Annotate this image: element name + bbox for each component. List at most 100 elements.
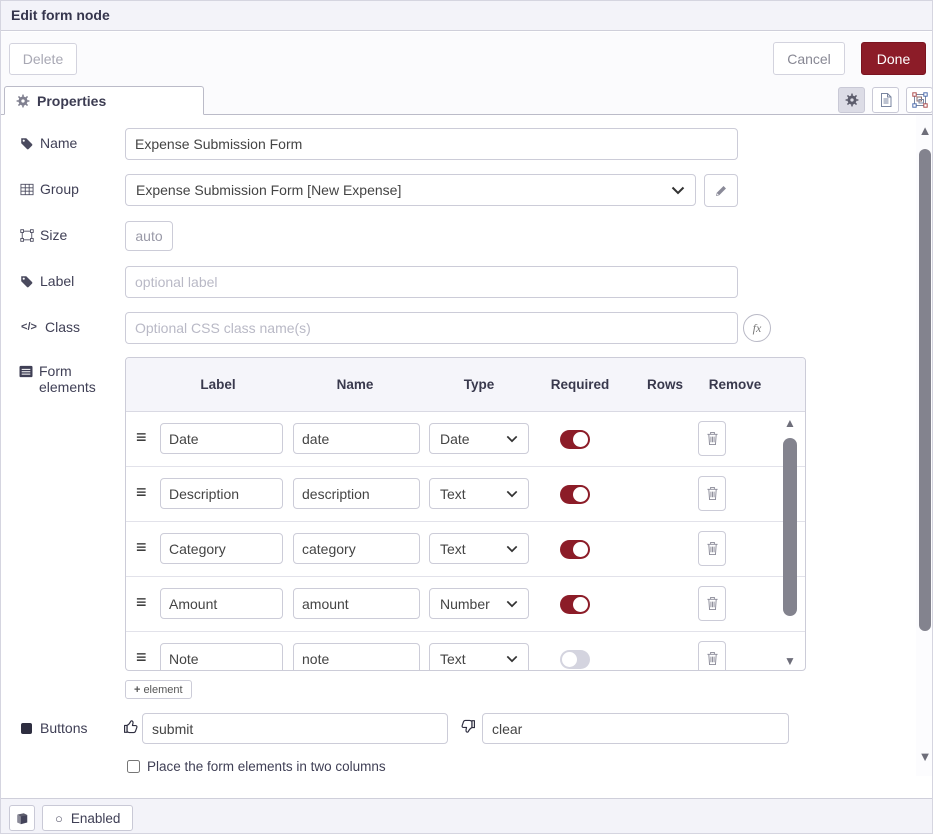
trash-icon: [706, 486, 719, 501]
required-toggle[interactable]: [560, 540, 590, 559]
done-button[interactable]: Done: [861, 42, 926, 75]
page-scrollbar[interactable]: ▲ ▼: [916, 115, 933, 776]
fx-icon: fx: [753, 321, 762, 336]
name-input[interactable]: [125, 128, 738, 160]
form-elements-table: Label Name Type Required Rows Remove ≡ D…: [125, 357, 806, 671]
edit-group-button[interactable]: [704, 174, 738, 207]
class-input[interactable]: [125, 312, 738, 344]
required-toggle[interactable]: [560, 650, 590, 669]
drag-handle-icon[interactable]: ≡: [136, 482, 147, 503]
col-header-name: Name: [337, 377, 374, 392]
label-input[interactable]: [125, 266, 738, 298]
trash-icon: [706, 431, 719, 446]
col-header-label: Label: [200, 377, 235, 392]
action-bar: Delete Cancel Done: [1, 32, 933, 86]
group-select[interactable]: Expense Submission Form [New Expense]: [125, 174, 696, 206]
trash-icon: [706, 651, 719, 666]
tab-properties-label: Properties: [37, 93, 106, 109]
submit-button-label-input[interactable]: [142, 713, 448, 744]
label-field-label: Label: [19, 273, 74, 289]
element-label-input[interactable]: [160, 533, 283, 564]
delete-element-button[interactable]: [698, 586, 726, 621]
table-row: ≡ Number: [126, 577, 805, 632]
element-name-input[interactable]: [293, 588, 420, 619]
scroll-down-icon[interactable]: ▼: [916, 749, 933, 764]
size-field-label: Size: [19, 227, 67, 243]
required-toggle[interactable]: [560, 595, 590, 614]
properties-tool-button[interactable]: [838, 87, 865, 113]
two-columns-checkbox[interactable]: [127, 760, 140, 773]
pencil-icon: [715, 184, 728, 197]
drag-handle-icon[interactable]: ≡: [136, 537, 147, 558]
table-row: ≡ Text: [126, 632, 805, 671]
chevron-down-icon: [506, 600, 518, 608]
delete-element-button[interactable]: [698, 476, 726, 511]
clear-button-label-input[interactable]: [482, 713, 789, 744]
group-field-label: Group: [19, 181, 79, 197]
element-name-input[interactable]: [293, 533, 420, 564]
table-icon: [19, 183, 34, 196]
tab-bar: Properties: [1, 86, 933, 115]
book-icon: [15, 812, 29, 825]
tab-properties[interactable]: Properties: [4, 86, 204, 115]
object-group-icon: [19, 229, 34, 242]
element-type-select[interactable]: Text: [429, 478, 529, 509]
scroll-up-icon[interactable]: ▲: [779, 416, 801, 430]
appearance-tool-button[interactable]: [906, 87, 933, 113]
delete-element-button[interactable]: [698, 531, 726, 566]
drag-handle-icon[interactable]: ≡: [136, 592, 147, 613]
two-columns-label: Place the form elements in two columns: [147, 759, 386, 774]
drag-handle-icon[interactable]: ≡: [136, 427, 147, 448]
element-name-input[interactable]: [293, 643, 420, 671]
required-toggle[interactable]: [560, 430, 590, 449]
table-row: ≡ Text: [126, 467, 805, 522]
trash-icon: [706, 541, 719, 556]
node-enabled-button[interactable]: ○ Enabled: [42, 805, 133, 831]
col-header-required: Required: [551, 377, 610, 392]
button-icon: [19, 723, 34, 734]
form-elements-label: Form elements: [19, 363, 115, 395]
delete-element-button[interactable]: [698, 641, 726, 671]
element-name-input[interactable]: [293, 478, 420, 509]
name-field-label: Name: [19, 135, 77, 151]
tag-icon: [19, 275, 34, 288]
element-label-input[interactable]: [160, 423, 283, 454]
list-icon: [19, 365, 33, 378]
edit-form-node-dialog: Edit form node Delete Cancel Done: [0, 0, 933, 834]
node-help-button[interactable]: [9, 805, 35, 831]
size-auto-button[interactable]: auto: [125, 221, 173, 251]
status-circle-icon: ○: [55, 811, 63, 826]
element-type-select[interactable]: Date: [429, 423, 529, 454]
code-icon: </>: [19, 321, 39, 333]
element-type-select[interactable]: Text: [429, 643, 529, 671]
scrollbar-thumb[interactable]: [919, 149, 931, 631]
scroll-down-icon[interactable]: ▼: [779, 654, 801, 668]
description-tool-button[interactable]: [872, 87, 899, 113]
cancel-button[interactable]: Cancel: [773, 42, 845, 75]
required-toggle[interactable]: [560, 485, 590, 504]
object-group-icon: [912, 92, 928, 108]
element-type-select[interactable]: Number: [429, 588, 529, 619]
element-label-input[interactable]: [160, 478, 283, 509]
element-label-input[interactable]: [160, 643, 283, 671]
table-scrollbar[interactable]: ▲ ▼: [779, 416, 801, 668]
delete-element-button[interactable]: [698, 421, 726, 456]
add-element-button[interactable]: + element: [125, 680, 192, 699]
chevron-down-icon: [506, 655, 518, 663]
tag-icon: [19, 137, 34, 150]
delete-button[interactable]: Delete: [9, 43, 77, 75]
chevron-down-icon: [506, 490, 518, 498]
tab-tools: [838, 87, 933, 113]
col-header-remove: Remove: [709, 377, 762, 392]
thumbs-down-icon: [459, 718, 477, 736]
element-name-input[interactable]: [293, 423, 420, 454]
drag-handle-icon[interactable]: ≡: [136, 647, 147, 668]
element-type-select[interactable]: Text: [429, 533, 529, 564]
scrollbar-thumb[interactable]: [783, 438, 797, 616]
table-header-row: Label Name Type Required Rows Remove: [126, 358, 805, 412]
gear-icon: [845, 93, 859, 107]
scroll-up-icon[interactable]: ▲: [916, 123, 933, 138]
fx-button[interactable]: fx: [743, 314, 771, 342]
table-row: ≡ Date: [126, 412, 805, 467]
element-label-input[interactable]: [160, 588, 283, 619]
